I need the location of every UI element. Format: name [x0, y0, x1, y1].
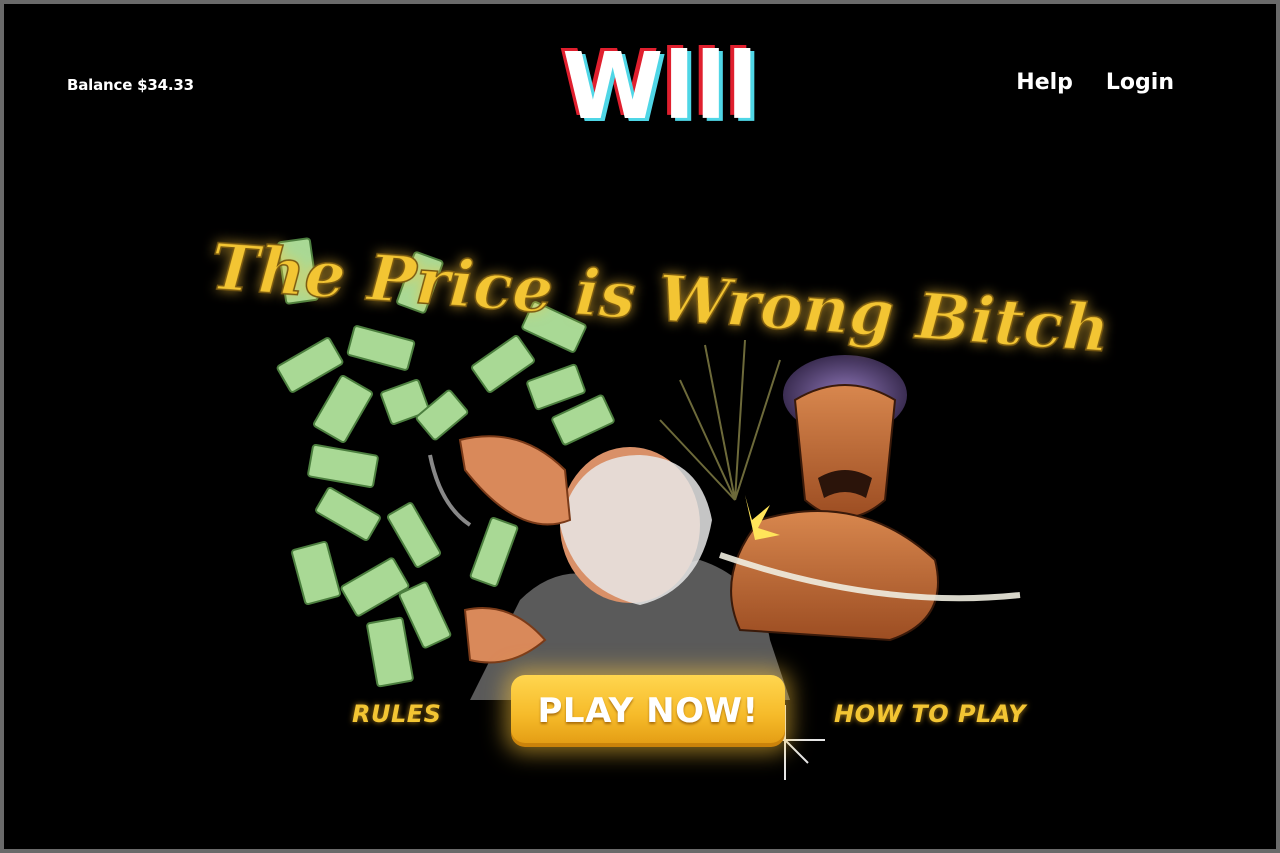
rules-link[interactable]: RULES: [352, 700, 441, 728]
how-to-play-link[interactable]: HOW TO PLAY: [834, 700, 1026, 728]
afro-fighter-figure: [719, 355, 1021, 642]
play-now-button[interactable]: PLAY NOW!: [511, 675, 785, 747]
headline-text: The Price is Wrong Bitch: [208, 230, 1111, 368]
